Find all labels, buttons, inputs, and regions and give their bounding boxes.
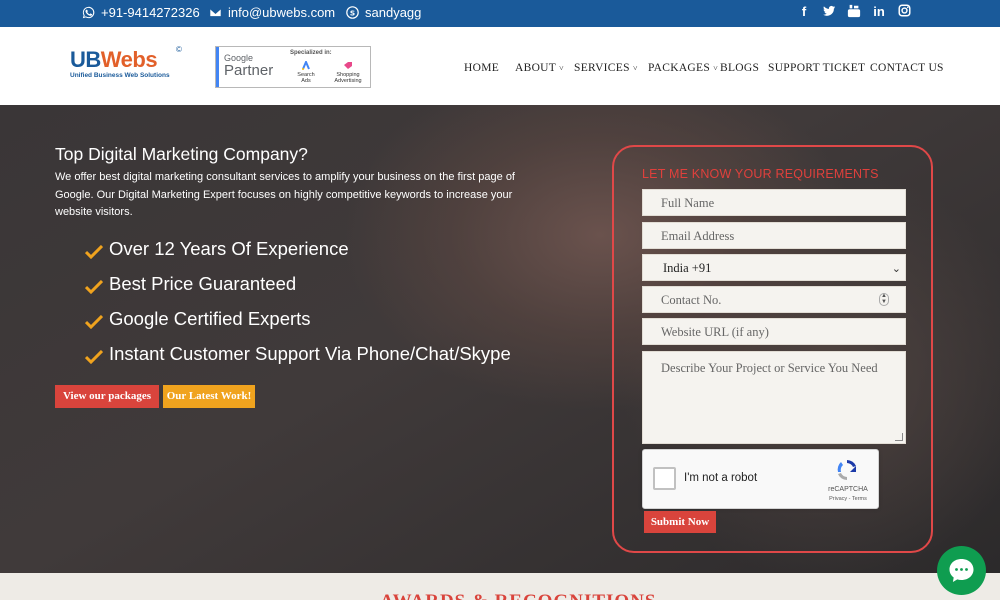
phone-contact[interactable]: +91-9414272326 (82, 5, 200, 20)
linkedin-icon[interactable]: in (872, 4, 886, 20)
partner-specialized: Specialized in: (290, 50, 332, 56)
social-links: f in (797, 4, 911, 20)
submit-button[interactable]: Submit Now (644, 511, 716, 533)
nav-support-ticket[interactable]: SUPPORT TICKET (768, 62, 865, 74)
website-url-input[interactable]: Website URL (if any) (642, 318, 906, 345)
ubwebs-logo[interactable]: UBWebs Unified Business Web Solutions © (70, 45, 185, 83)
site-header: UBWebs Unified Business Web Solutions © … (0, 27, 1000, 105)
feature-item: Google Certified Experts (85, 308, 311, 330)
project-placeholder: Describe Your Project or Service You Nee… (661, 361, 878, 375)
nav-about[interactable]: ABOUT ˅ (515, 62, 564, 74)
country-code-select[interactable]: India +91 ⌄ (642, 254, 906, 281)
top-contact-bar: +91-9414272326 info@ubwebs.com S sandyag… (0, 0, 1000, 27)
chevron-down-icon: ˅ (632, 64, 638, 73)
recaptcha-widget: I'm not a robot reCAPTCHA Privacy - Term… (642, 449, 879, 509)
nav-contact-us[interactable]: CONTACT US (870, 62, 944, 74)
checkmark-icon (85, 350, 103, 364)
chat-button[interactable] (937, 546, 986, 595)
skype-id: sandyagg (365, 5, 422, 20)
nav-home[interactable]: HOME (464, 62, 499, 74)
contact-number-input[interactable]: Contact No. ▲ ▼ (642, 286, 906, 313)
recaptcha-logo-icon (837, 460, 856, 480)
youtube-icon[interactable] (847, 4, 861, 20)
chevron-down-icon: ⌄ (891, 263, 901, 275)
latest-work-button[interactable]: Our Latest Work! (163, 385, 255, 408)
envelope-icon (209, 7, 222, 18)
skype-icon: S (346, 6, 359, 19)
skype-contact[interactable]: S sandyagg (346, 5, 421, 20)
chevron-down-icon: ˅ (559, 64, 564, 73)
partner-text: Partner (224, 62, 274, 79)
recaptcha-privacy-terms[interactable]: Privacy - Terms (818, 496, 878, 502)
google-ads-icon (302, 59, 310, 70)
logo-tagline: Unified Business Web Solutions (70, 72, 170, 79)
awards-title: AWARDS & RECOGNITIONS (380, 591, 657, 600)
number-stepper-icon[interactable]: ▲ ▼ (879, 293, 889, 306)
checkmark-icon (85, 245, 103, 259)
search-ads-label: Search Ads (294, 59, 318, 84)
project-description-textarea[interactable]: Describe Your Project or Service You Nee… (642, 351, 906, 444)
facebook-icon[interactable]: f (797, 4, 811, 20)
hero-title: Top Digital Marketing Company? (55, 144, 308, 164)
shopping-tag-icon (344, 62, 352, 69)
checkmark-icon (85, 280, 103, 294)
nav-services[interactable]: SERVICES ˅ (574, 62, 638, 74)
form-title: LET ME KNOW YOUR REQUIREMENTS (642, 167, 879, 181)
hero-description: We offer best digital marketing consulta… (55, 171, 515, 218)
logo-text: UBWebs (70, 47, 158, 72)
feature-item: Over 12 Years Of Experience (85, 238, 349, 260)
whatsapp-icon (82, 6, 95, 19)
phone-number: +91-9414272326 (101, 5, 200, 20)
full-name-input[interactable]: Full Name (642, 189, 906, 216)
view-packages-button[interactable]: View our packages (55, 385, 159, 408)
recaptcha-brand: reCAPTCHA (828, 486, 868, 493)
requirements-form: LET ME KNOW YOUR REQUIREMENTS Full Name … (612, 145, 933, 553)
awards-section: AWARDS & RECOGNITIONS (0, 573, 1000, 600)
contact-placeholder: Contact No. (661, 293, 722, 307)
checkmark-icon (85, 315, 103, 329)
feature-item: Best Price Guaranteed (85, 273, 296, 295)
email-address: info@ubwebs.com (228, 5, 336, 20)
chat-bubble-icon (949, 559, 974, 582)
instagram-icon[interactable] (897, 4, 911, 20)
shopping-advertising-label: Shopping Advertising (328, 61, 368, 84)
google-partner-badge: Google Partner Specialized in: Search Ad… (215, 46, 371, 88)
nav-blogs[interactable]: BLOGS (720, 62, 759, 74)
email-input[interactable]: Email Address (642, 222, 906, 249)
email-contact[interactable]: info@ubwebs.com (209, 5, 335, 20)
feature-item: Instant Customer Support Via Phone/Chat/… (85, 343, 511, 365)
nav-packages[interactable]: PACKAGES ˅ (648, 62, 718, 74)
country-selected-value: India +91 (663, 261, 712, 275)
recaptcha-label: I'm not a robot (684, 472, 758, 484)
recaptcha-checkbox[interactable] (653, 467, 676, 490)
resize-handle-icon[interactable] (895, 433, 903, 441)
registered-mark-icon: © (176, 45, 182, 54)
twitter-icon[interactable] (822, 4, 836, 20)
svg-text:S: S (350, 8, 355, 17)
hero-section: Top Digital Marketing Company? We offer … (0, 105, 1000, 573)
chevron-down-icon: ˅ (713, 64, 719, 73)
